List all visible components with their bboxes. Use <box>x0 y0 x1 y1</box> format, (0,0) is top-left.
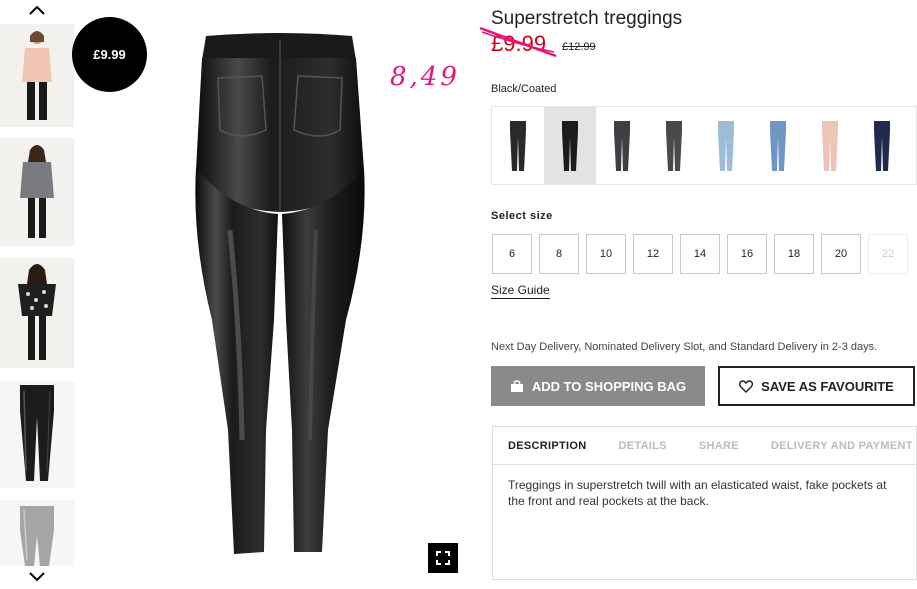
color-name: Black/Coated <box>491 83 557 95</box>
swatch-light-blue[interactable] <box>700 107 752 184</box>
description-text: Treggings in superstretch twill with an … <box>508 478 887 508</box>
thumbnail-4[interactable] <box>0 381 74 488</box>
size-guide-link[interactable]: Size Guide <box>491 283 550 299</box>
size-option-14[interactable]: 14 <box>680 234 720 274</box>
save-favourite-button[interactable]: SAVE AS FAVOURITE <box>718 366 915 406</box>
select-size-label: Select size <box>491 210 553 222</box>
thumbnail-1[interactable] <box>0 24 74 127</box>
size-option-22[interactable]: 22 <box>868 234 908 274</box>
shopping-bag-icon <box>510 379 523 392</box>
swatch-dark-grey[interactable] <box>596 107 648 184</box>
fullscreen-icon[interactable] <box>428 543 458 573</box>
swatch-black-coated[interactable] <box>544 107 596 184</box>
product-title: Superstretch treggings <box>491 8 683 29</box>
color-swatches <box>491 106 917 185</box>
price-badge: £9.99 <box>72 17 147 92</box>
size-options: 6 8 10 12 14 16 18 20 22 <box>492 234 908 274</box>
thumbnail-2[interactable] <box>0 138 74 246</box>
tab-share[interactable]: SHARE <box>699 440 739 452</box>
size-option-20[interactable]: 20 <box>821 234 861 274</box>
size-option-16[interactable]: 16 <box>727 234 767 274</box>
swatch-blue[interactable] <box>752 107 804 184</box>
current-price: £9.99 <box>491 31 547 56</box>
swatch-navy[interactable] <box>856 107 908 184</box>
tab-details[interactable]: DETAILS <box>618 440 666 452</box>
add-to-bag-label: ADD TO SHOPPING BAG <box>531 378 687 394</box>
chevron-up-icon[interactable] <box>27 2 47 18</box>
delivery-info: Next Day Delivery, Nominated Delivery Sl… <box>491 341 878 353</box>
size-option-18[interactable]: 18 <box>774 234 814 274</box>
save-favourite-label: SAVE AS FAVOURITE <box>761 378 894 394</box>
handwritten-price: 8,49 <box>390 62 460 92</box>
size-option-6[interactable]: 6 <box>492 234 532 274</box>
size-option-12[interactable]: 12 <box>633 234 673 274</box>
old-price: £12.99 <box>562 41 596 53</box>
add-to-bag-button[interactable]: ADD TO SHOPPING BAG <box>491 366 705 406</box>
thumbnail-3[interactable] <box>0 258 74 368</box>
tab-delivery-and-payment[interactable]: DELIVERY AND PAYMENT <box>771 440 913 452</box>
thumbnail-5[interactable] <box>0 500 74 566</box>
size-option-10[interactable]: 10 <box>586 234 626 274</box>
thumbnail-gallery <box>0 0 75 589</box>
chevron-down-icon[interactable] <box>27 569 47 585</box>
tab-description[interactable]: DESCRIPTION <box>508 440 586 452</box>
tab-bar: DESCRIPTION DETAILS SHARE DELIVERY AND PAYM… <box>493 427 916 465</box>
product-info-tabs: DESCRIPTION DETAILS SHARE DELIVERY AND PAYM… <box>492 426 917 580</box>
swatch-black[interactable] <box>492 107 544 184</box>
heart-icon <box>739 379 754 393</box>
swatch-grey[interactable] <box>648 107 700 184</box>
swatch-pink[interactable] <box>804 107 856 184</box>
size-option-8[interactable]: 8 <box>539 234 579 274</box>
